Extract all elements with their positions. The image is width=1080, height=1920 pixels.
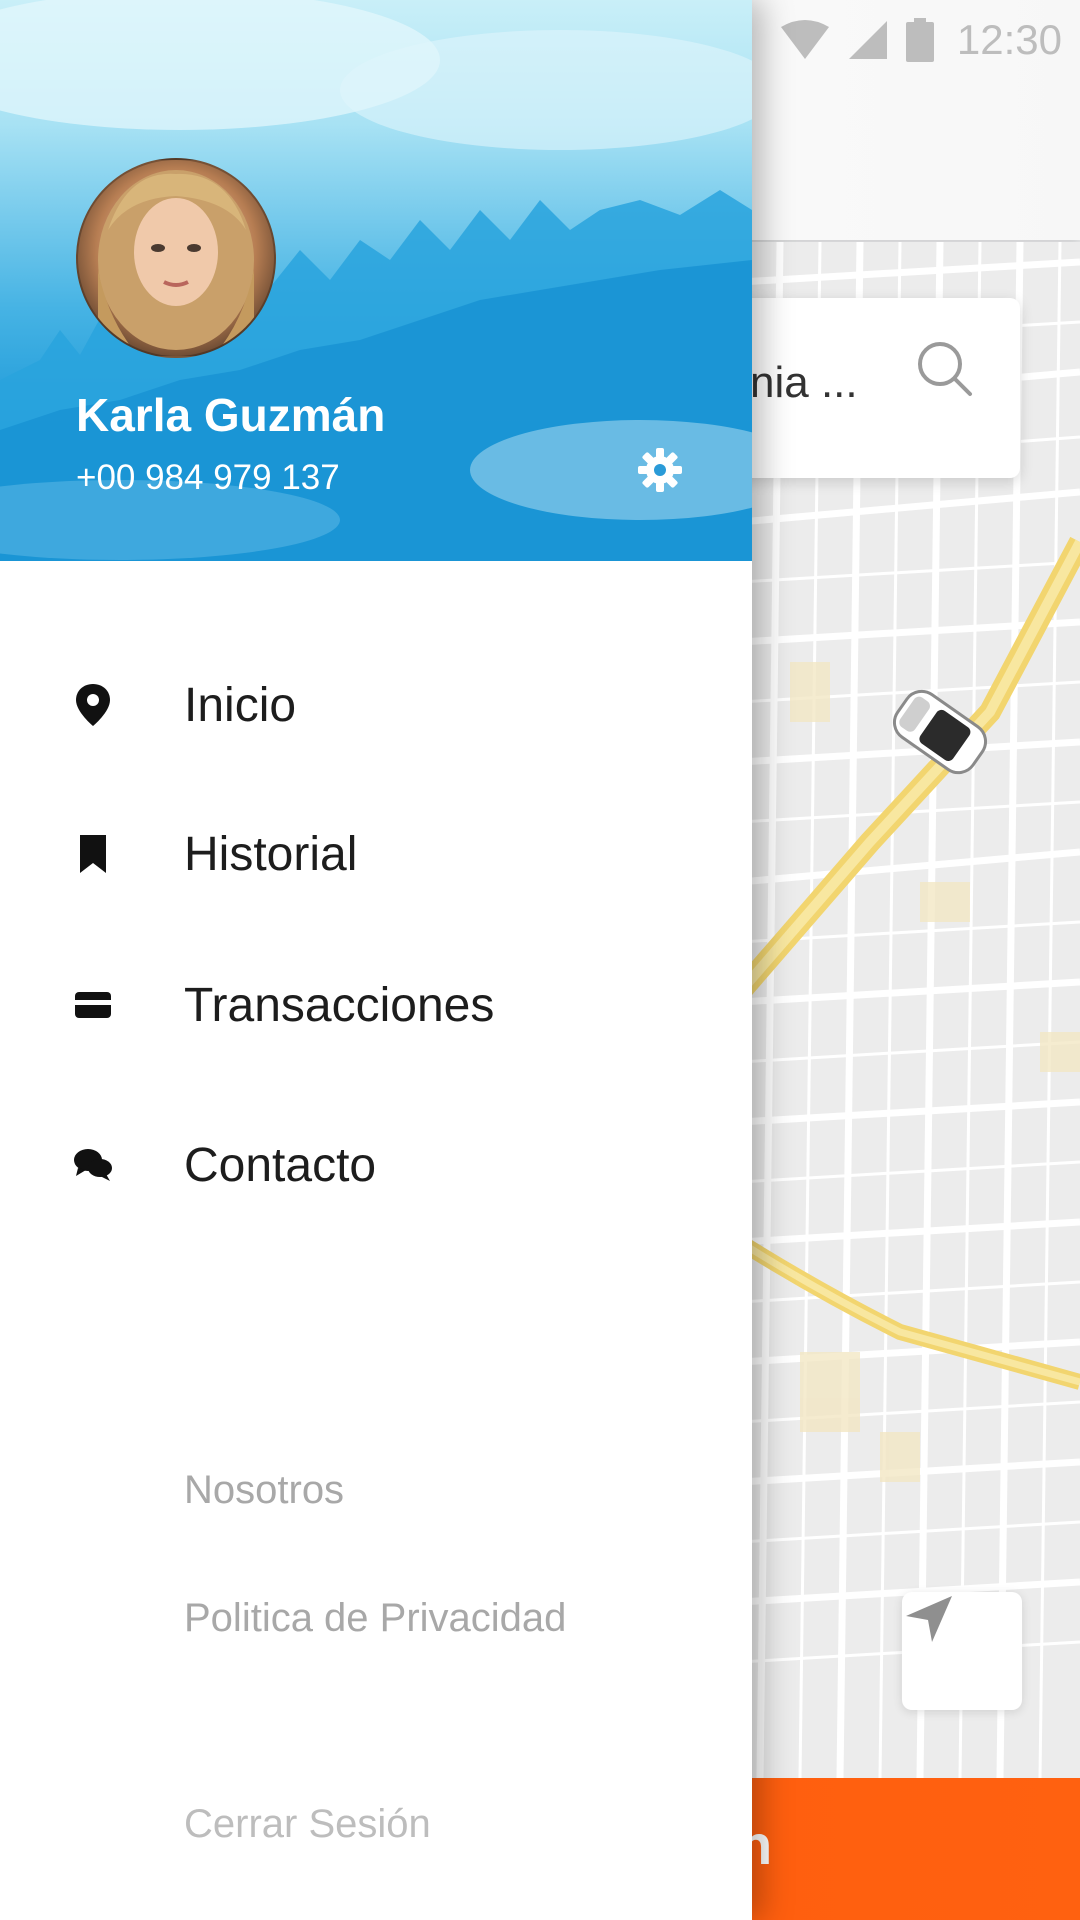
link-privacy-policy[interactable]: Politica de Privacidad — [184, 1596, 566, 1641]
locate-button[interactable] — [902, 1592, 1022, 1710]
drawer-header: Karla Guzmán +00 984 979 137 — [0, 0, 752, 561]
chat-bubbles-icon — [72, 1144, 114, 1186]
profile-name: Karla Guzmán — [76, 389, 386, 441]
search-icon[interactable] — [910, 334, 980, 404]
avatar[interactable] — [76, 158, 276, 358]
menu-item-inicio[interactable]: Inicio — [0, 650, 752, 760]
link-nosotros[interactable]: Nosotros — [184, 1468, 344, 1513]
menu-item-contacto[interactable]: Contacto — [0, 1110, 752, 1220]
menu-item-label: Historial — [184, 827, 358, 881]
car-marker — [892, 689, 988, 775]
navigation-arrow-icon — [906, 1596, 952, 1642]
clock: 12:30 — [956, 16, 1062, 63]
menu-item-label: Inicio — [184, 678, 297, 732]
avatar-portrait — [98, 170, 254, 356]
menu-item-label: Transacciones — [184, 978, 495, 1032]
logout-link[interactable]: Cerrar Sesión — [184, 1802, 431, 1847]
signal-icon — [848, 21, 887, 59]
search-text: nia ... — [750, 358, 858, 407]
location-pin-icon — [72, 684, 114, 726]
credit-card-icon — [72, 984, 114, 1026]
menu-item-transacciones[interactable]: Transacciones — [0, 950, 752, 1060]
gear-icon[interactable] — [636, 446, 684, 494]
battery-icon — [905, 18, 934, 62]
navigation-drawer: Karla Guzmán +00 984 979 137 Inicio Hist… — [0, 0, 752, 1920]
profile-phone: +00 984 979 137 — [76, 458, 340, 497]
wifi-icon — [780, 20, 829, 59]
bookmark-icon — [72, 833, 114, 875]
menu-item-historial[interactable]: Historial — [0, 799, 752, 909]
menu-item-label: Contacto — [184, 1138, 377, 1192]
